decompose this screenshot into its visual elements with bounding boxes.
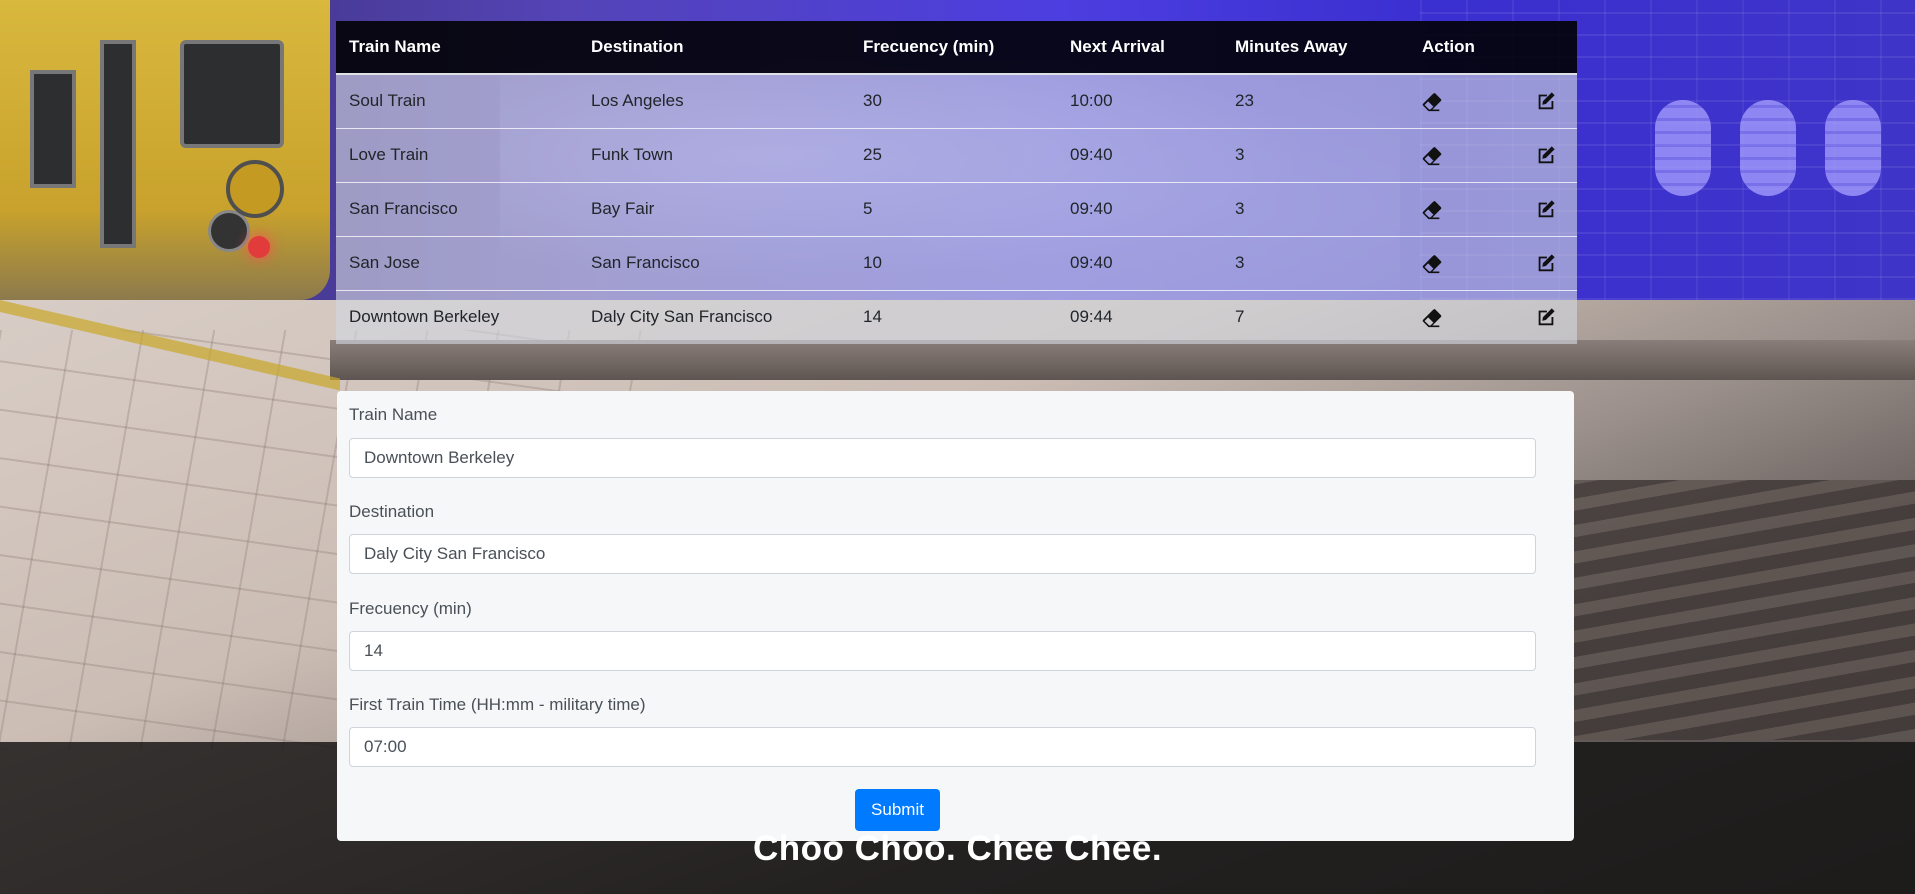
cell-edit-action [1515, 181, 1577, 236]
destination-label: Destination [349, 502, 435, 521]
cell-frequency: 30 [850, 73, 1057, 128]
cell-destination: Bay Fair [578, 181, 850, 236]
cell-delete-action [1409, 181, 1515, 236]
header-next-arrival: Next Arrival [1057, 21, 1222, 75]
train-schedule-table: Train Name Destination Frecuency (min) N… [336, 21, 1577, 346]
table-header: Train Name Destination Frecuency (min) N… [336, 21, 1577, 75]
cell-next-arrival: 09:44 [1057, 289, 1222, 344]
cell-next-arrival: 09:40 [1057, 235, 1222, 290]
header-empty [1515, 21, 1577, 75]
add-train-form: Train Name Destination Frecuency (min) F… [337, 391, 1574, 841]
cell-delete-action [1409, 289, 1515, 344]
table-row: San Jose San Francisco 10 09:40 3 [336, 235, 1577, 290]
edit-icon[interactable] [1535, 198, 1557, 220]
cell-minutes-away: 3 [1222, 127, 1409, 182]
cell-train-name: Soul Train [336, 73, 578, 128]
header-action: Action [1409, 21, 1515, 75]
tagline: Choo Choo. Chee Chee. [752, 829, 1163, 868]
cell-train-name: San Francisco [336, 181, 578, 236]
cell-destination: Funk Town [578, 127, 850, 182]
cell-edit-action [1515, 73, 1577, 128]
train-name-input[interactable] [349, 438, 1536, 478]
cell-frequency: 10 [850, 235, 1057, 290]
edit-icon[interactable] [1535, 306, 1557, 328]
cell-train-name: Downtown Berkeley [336, 289, 578, 344]
cell-minutes-away: 3 [1222, 235, 1409, 290]
edit-icon[interactable] [1535, 252, 1557, 274]
frequency-label: Frecuency (min) [349, 599, 472, 618]
cell-delete-action [1409, 235, 1515, 290]
cell-destination: Daly City San Francisco [578, 289, 850, 344]
table-row: Soul Train Los Angeles 30 10:00 23 [336, 73, 1577, 128]
cell-delete-action [1409, 73, 1515, 128]
cell-edit-action [1515, 127, 1577, 182]
edit-icon[interactable] [1535, 144, 1557, 166]
cell-edit-action [1515, 235, 1577, 290]
cell-frequency: 25 [850, 127, 1057, 182]
cell-train-name: Love Train [336, 127, 578, 182]
header-train-name: Train Name [336, 21, 578, 75]
cell-next-arrival: 09:40 [1057, 181, 1222, 236]
frequency-input[interactable] [349, 631, 1536, 671]
cell-next-arrival: 09:40 [1057, 127, 1222, 182]
table-row: San Francisco Bay Fair 5 09:40 3 [336, 181, 1577, 236]
table-row: Downtown Berkeley Daly City San Francisco… [336, 289, 1577, 344]
cell-edit-action [1515, 289, 1577, 344]
first-train-time-input[interactable] [349, 727, 1536, 767]
train-name-label: Train Name [349, 405, 438, 424]
header-frequency: Frecuency (min) [850, 21, 1057, 75]
destination-input[interactable] [349, 534, 1536, 574]
cell-minutes-away: 3 [1222, 181, 1409, 236]
table-row: Love Train Funk Town 25 09:40 3 [336, 127, 1577, 182]
submit-button[interactable]: Submit [855, 789, 940, 831]
table-body: Soul Train Los Angeles 30 10:00 23 Love Train… [336, 73, 1577, 344]
cell-minutes-away: 7 [1222, 289, 1409, 344]
first-train-time-label: First Train Time (HH:mm - military time) [349, 695, 646, 714]
cell-destination: Los Angeles [578, 73, 850, 128]
cell-minutes-away: 23 [1222, 73, 1409, 128]
cell-frequency: 5 [850, 181, 1057, 236]
eraser-icon[interactable] [1421, 198, 1443, 220]
eraser-icon[interactable] [1421, 306, 1443, 328]
cell-next-arrival: 10:00 [1057, 73, 1222, 128]
cell-train-name: San Jose [336, 235, 578, 290]
cell-frequency: 14 [850, 289, 1057, 344]
eraser-icon[interactable] [1421, 252, 1443, 274]
header-minutes-away: Minutes Away [1222, 21, 1409, 75]
eraser-icon[interactable] [1421, 90, 1443, 112]
cell-destination: San Francisco [578, 235, 850, 290]
edit-icon[interactable] [1535, 90, 1557, 112]
eraser-icon[interactable] [1421, 144, 1443, 166]
header-destination: Destination [578, 21, 850, 75]
cell-delete-action [1409, 127, 1515, 182]
